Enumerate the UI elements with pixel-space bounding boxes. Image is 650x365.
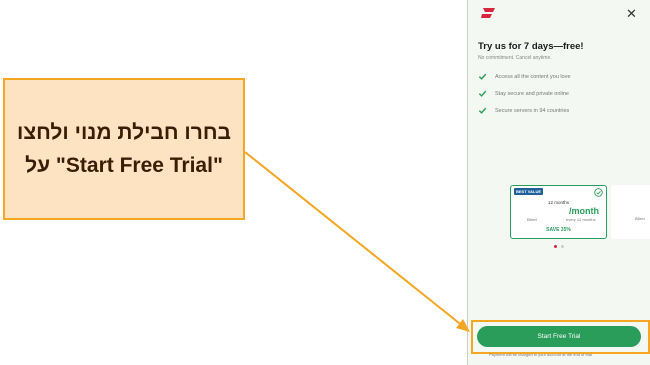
- selected-check-icon: [594, 188, 603, 197]
- list-item: Secure servers in 94 countries: [478, 102, 571, 119]
- plan-price: /month: [569, 206, 599, 216]
- page-title: Try us for 7 days—free!: [478, 41, 584, 52]
- trial-footnote: Payment will be charged to your account …: [489, 352, 592, 357]
- check-icon: [478, 90, 487, 97]
- feature-label: Secure servers in 94 countries: [495, 107, 570, 114]
- best-value-badge: BEST VALUE: [514, 188, 544, 195]
- expressvpn-logo-icon: [481, 8, 495, 18]
- check-icon: [478, 73, 487, 80]
- close-icon: ✕: [626, 6, 637, 21]
- check-icon: [478, 107, 487, 114]
- plan-billing-period: every 12 months: [566, 217, 596, 222]
- list-item: Access all the content you love: [478, 68, 571, 85]
- plan-card-next[interactable]: Billed: [611, 185, 650, 239]
- plan-billed-label: Billed: [527, 217, 537, 222]
- list-item: Stay secure and private online: [478, 85, 571, 102]
- feature-label: Stay secure and private online: [495, 90, 569, 97]
- carousel-dot-active[interactable]: [554, 245, 557, 248]
- app-panel: ✕ Try us for 7 days—free! No commitment.…: [467, 0, 650, 365]
- feature-label: Access all the content you love: [495, 73, 571, 80]
- plan-billed-label: Billed: [635, 216, 645, 221]
- start-free-trial-button[interactable]: Start Free Trial: [477, 326, 641, 347]
- plan-savings: SAVE 35%: [546, 227, 571, 233]
- callout-line-2: על "Start Free Trial": [25, 154, 223, 177]
- plan-card-12-months[interactable]: BEST VALUE 12 months /month Billed every…: [510, 185, 607, 239]
- feature-list: Access all the content you love Stay sec…: [478, 68, 571, 119]
- callout-line-1: בחרו חבילת מנוי ולחצו: [17, 121, 231, 144]
- instruction-callout: בחרו חבילת מנוי ולחצו על "Start Free Tri…: [3, 78, 245, 220]
- close-button[interactable]: ✕: [626, 7, 637, 21]
- page-subtitle: No commitment. Cancel anytime.: [478, 55, 552, 61]
- carousel-indicator: [554, 245, 564, 248]
- plan-period: 12 months: [547, 200, 569, 205]
- carousel-dot[interactable]: [561, 245, 564, 248]
